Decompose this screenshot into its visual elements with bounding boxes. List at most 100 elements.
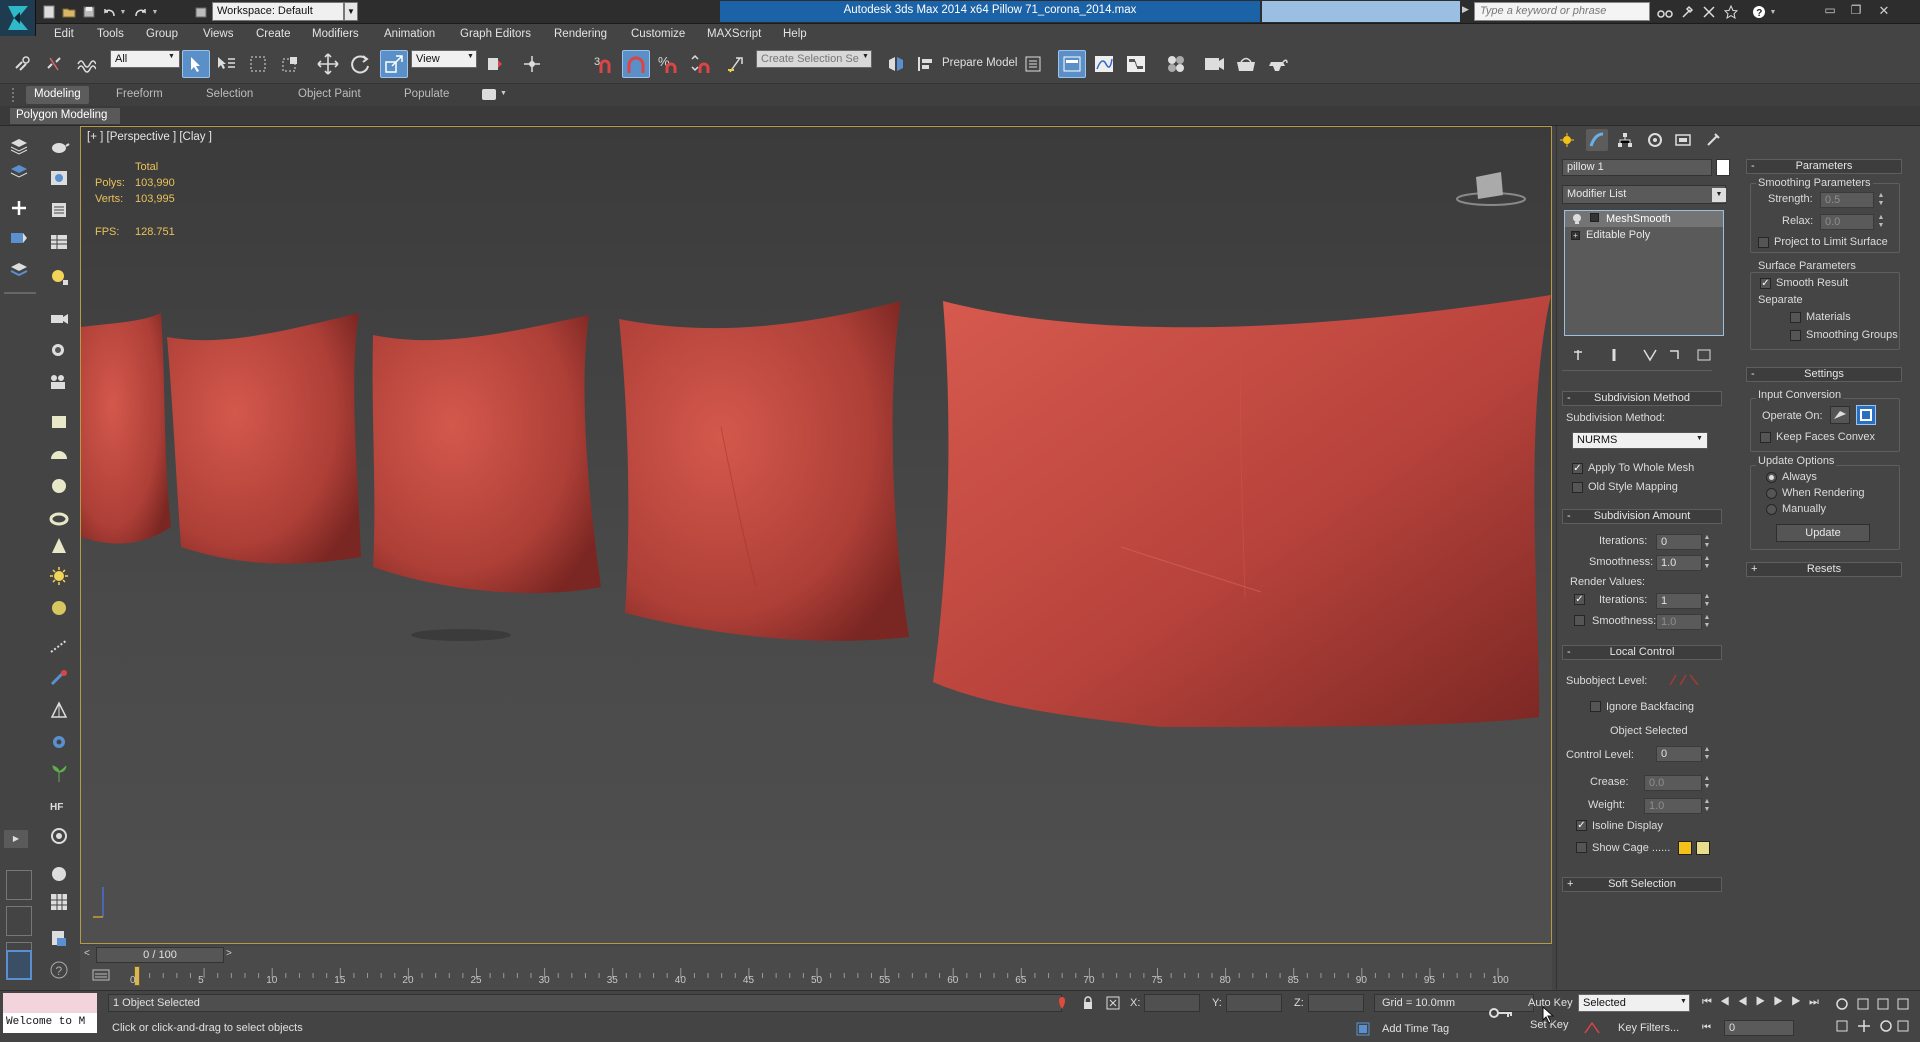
- subscription-icon[interactable]: [1678, 3, 1696, 21]
- subobject-level-icons[interactable]: [1666, 671, 1706, 689]
- pillow-3[interactable]: [372, 315, 601, 593]
- absolute-mode-icon[interactable]: [1106, 996, 1120, 1010]
- stack-tools[interactable]: [1566, 346, 1726, 364]
- material-sphere-icon[interactable]: [46, 862, 72, 886]
- rollout-resets[interactable]: + Resets: [1746, 562, 1902, 577]
- keep-faces-convex-checkbox[interactable]: [1760, 432, 1771, 443]
- stack-item-meshsmooth[interactable]: MeshSmooth: [1606, 213, 1671, 225]
- smoothing-groups-checkbox[interactable]: [1790, 330, 1801, 341]
- isolate-selection-icon[interactable]: [1056, 996, 1068, 1010]
- undo-icon[interactable]: [100, 3, 118, 21]
- cage-color-swatch-2[interactable]: [1696, 841, 1710, 855]
- tab-selection[interactable]: Selection: [198, 86, 261, 104]
- redo-icon[interactable]: [132, 3, 150, 21]
- render-to-texture-icon[interactable]: [46, 926, 72, 950]
- select-and-rotate-icon[interactable]: [346, 50, 374, 78]
- crease-spinner[interactable]: 0.0: [1644, 775, 1702, 791]
- render-smoothness-spinner-arrows-icon[interactable]: ▲ ▼: [1702, 614, 1712, 630]
- strength-spinner-arrows-icon[interactable]: ▲ ▼: [1876, 192, 1886, 208]
- current-frame-field[interactable]: 0: [1724, 1020, 1794, 1036]
- operate-on-polygons-icon[interactable]: [1856, 405, 1876, 425]
- rollout-parameters[interactable]: - Parameters: [1746, 159, 1902, 174]
- help-dropdown-icon[interactable]: ▼: [1768, 3, 1778, 21]
- maximize-button[interactable]: ❐: [1844, 2, 1868, 20]
- utilities-panel-tab-icon[interactable]: [1702, 129, 1724, 151]
- edit-named-selection-icon[interactable]: [722, 50, 750, 78]
- video-camera-icon[interactable]: [46, 370, 72, 394]
- ribbon-grip-icon[interactable]: [12, 88, 15, 102]
- ribbon-toggle-icon[interactable]: [482, 89, 496, 100]
- relax-spinner[interactable]: 0.0: [1820, 214, 1874, 230]
- key-mode-dropdown[interactable]: Selected: [1578, 994, 1690, 1012]
- control-level-spinner-arrows-icon[interactable]: ▲ ▼: [1702, 746, 1712, 762]
- create-panel-tab-icon[interactable]: [1556, 129, 1578, 151]
- communication-icon[interactable]: [1700, 3, 1718, 21]
- named-selection-sets-arrow-icon[interactable]: ▼: [862, 53, 869, 60]
- workspace-dropdown-arrow-icon[interactable]: ▼: [344, 2, 358, 21]
- weight-spinner[interactable]: 1.0: [1644, 798, 1702, 814]
- angle-snap-icon[interactable]: [622, 50, 650, 78]
- rollout-local-control[interactable]: - Local Control: [1562, 645, 1722, 660]
- time-slider[interactable]: 0 / 100: [96, 947, 224, 963]
- menu-modifiers[interactable]: Modifiers: [312, 28, 359, 40]
- track-view-icon[interactable]: [46, 198, 72, 222]
- window-crossing-icon[interactable]: [276, 50, 304, 78]
- hair-fur-icon[interactable]: HF: [46, 794, 72, 818]
- strip-help-icon[interactable]: ?: [46, 958, 72, 982]
- rollout-soft-selection[interactable]: + Soft Selection: [1562, 877, 1722, 892]
- editable-poly-expand-icon[interactable]: +: [1571, 231, 1580, 240]
- time-prev-arrow-icon[interactable]: <: [84, 948, 90, 959]
- workspace-dropdown[interactable]: Workspace: Default: [212, 2, 344, 21]
- undo-dropdown-icon[interactable]: ▼: [118, 3, 128, 21]
- motion-panel-tab-icon[interactable]: [1644, 129, 1666, 151]
- sun-light-icon[interactable]: [46, 564, 72, 588]
- grid-object-icon[interactable]: [46, 890, 72, 914]
- menu-maxscript[interactable]: MAXScript: [707, 28, 761, 40]
- meshsmooth-bulb-icon[interactable]: [1572, 213, 1582, 225]
- layers-icon[interactable]: [6, 134, 32, 158]
- bind-space-warp-icon[interactable]: [72, 50, 100, 78]
- rectangular-selection-icon[interactable]: [244, 50, 272, 78]
- selection-filter-arrow-icon[interactable]: ▼: [168, 53, 175, 60]
- show-cage-checkbox[interactable]: [1576, 842, 1587, 853]
- isoline-display-checkbox[interactable]: ✓: [1576, 820, 1587, 831]
- plane-primitive-icon[interactable]: [46, 410, 72, 434]
- weight-spinner-arrows-icon[interactable]: ▲ ▼: [1702, 798, 1712, 814]
- schematic-view-icon[interactable]: [1122, 50, 1150, 78]
- menu-tools[interactable]: Tools: [97, 28, 124, 40]
- key-filters-button[interactable]: Key Filters...: [1618, 1022, 1679, 1034]
- menu-customize[interactable]: Customize: [631, 28, 685, 40]
- menu-graph-editors[interactable]: Graph Editors: [460, 28, 531, 40]
- render-iterations-spinner-arrows-icon[interactable]: ▲ ▼: [1702, 593, 1712, 609]
- when-rendering-radio[interactable]: [1766, 488, 1777, 499]
- always-radio[interactable]: [1766, 472, 1777, 483]
- smoothness-spinner[interactable]: 1.0: [1656, 555, 1702, 571]
- operate-on-faces-icon[interactable]: [1830, 406, 1850, 424]
- render-production-icon[interactable]: [1264, 50, 1292, 78]
- maxscript-mini-listener[interactable]: Welcome to M: [3, 1013, 97, 1033]
- particles-icon[interactable]: [46, 634, 72, 658]
- teapot-create-icon[interactable]: [46, 134, 72, 158]
- relax-spinner-arrows-icon[interactable]: ▲ ▼: [1876, 214, 1886, 230]
- rendered-frame-window-icon[interactable]: [1232, 50, 1260, 78]
- sky-light-icon[interactable]: [46, 596, 72, 620]
- camera-icon[interactable]: [46, 306, 72, 330]
- x-coordinate-field[interactable]: [1144, 994, 1200, 1012]
- sphere-primitive-icon[interactable]: [46, 474, 72, 498]
- spreadsheet-icon[interactable]: [46, 230, 72, 254]
- maxscript-listener-mini[interactable]: [3, 993, 97, 1013]
- align-icon[interactable]: [912, 50, 940, 78]
- asset-browser-icon[interactable]: [46, 166, 72, 190]
- project-limit-checkbox[interactable]: [1758, 237, 1769, 248]
- subdivision-method-dropdown[interactable]: NURMS: [1572, 432, 1708, 449]
- smoothness-spinner-arrows-icon[interactable]: ▲ ▼: [1702, 555, 1712, 571]
- time-tag-icon[interactable]: [1356, 1022, 1370, 1036]
- rollout-subdivision-amount[interactable]: - Subdivision Amount: [1562, 509, 1722, 524]
- modifier-list-arrow-icon[interactable]: ▼: [1712, 188, 1726, 202]
- unlink-icon[interactable]: [40, 50, 68, 78]
- select-and-link-icon[interactable]: [8, 50, 36, 78]
- redo-dropdown-icon[interactable]: ▼: [150, 3, 160, 21]
- help-icon[interactable]: ?: [1750, 3, 1768, 21]
- meshsmooth-expand-icon[interactable]: [1590, 213, 1599, 222]
- named-selection-sets-dropdown[interactable]: Create Selection Se: [756, 50, 872, 68]
